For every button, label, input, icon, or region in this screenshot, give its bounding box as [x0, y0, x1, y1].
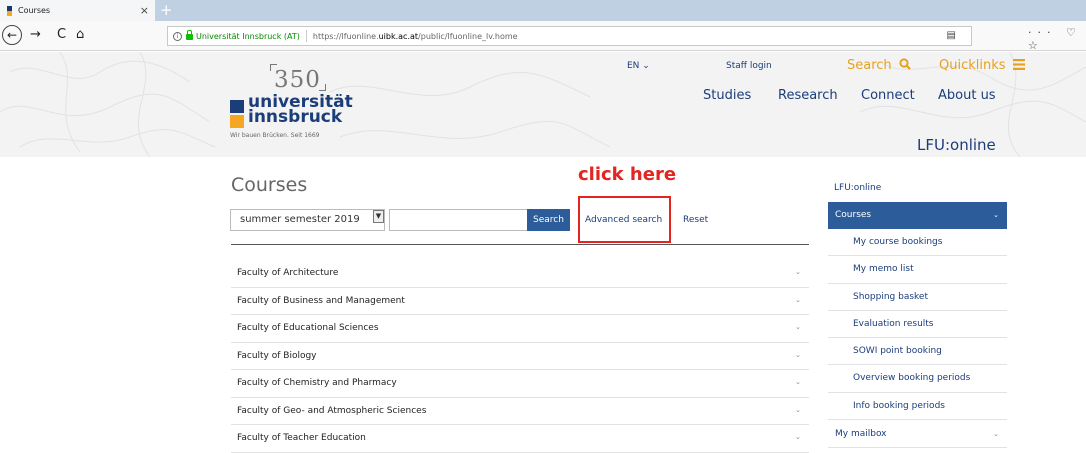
faculty-label: Faculty of Educational Sciences	[237, 323, 379, 334]
advanced-search-link[interactable]: Advanced search	[585, 215, 662, 225]
faculty-label: Faculty of Architecture	[237, 268, 339, 279]
search-button[interactable]: Search	[527, 209, 570, 231]
nav-connect[interactable]: Connect	[861, 88, 915, 103]
faculty-row[interactable]: Faculty of Educational Sciences ⌄	[231, 315, 809, 343]
favicon-icon	[7, 5, 12, 16]
logo-line-2: innsbruck	[248, 107, 343, 127]
sidebar-item-shopping-basket[interactable]: Shopping basket	[828, 284, 1007, 311]
chevron-down-icon: ⌄	[795, 350, 801, 359]
logo-square-blue-icon	[230, 100, 244, 113]
browser-tools-icons[interactable]: ··· ♡ ☆	[1028, 26, 1086, 52]
chevron-down-icon[interactable]: ▼	[373, 210, 384, 223]
forward-icon[interactable]: →	[30, 25, 41, 45]
faculty-row[interactable]: Faculty of Teacher Education ⌄	[231, 425, 809, 453]
sidebar-item-course-bookings[interactable]: My course bookings	[828, 229, 1007, 257]
url-host: uibk.ac.at	[378, 31, 419, 41]
chevron-down-icon: ⌄	[993, 211, 999, 219]
anniversary-logo: 350	[270, 64, 326, 93]
faculty-row[interactable]: Faculty of Business and Management ⌄	[231, 288, 809, 315]
nav-studies[interactable]: Studies	[703, 88, 751, 103]
logo-square-orange-icon	[230, 115, 244, 128]
chevron-down-icon: ⌄	[795, 323, 801, 331]
sidebar-item-mailbox[interactable]: My mailbox ⌄	[828, 421, 1007, 448]
faculty-row[interactable]: Faculty of Biology ⌄	[231, 343, 809, 370]
faculty-label: Faculty of Business and Management	[237, 295, 405, 306]
nav-research[interactable]: Research	[778, 88, 838, 103]
nav-about-us[interactable]: About us	[938, 88, 996, 103]
url-prefix: https://lfuonline.	[312, 31, 379, 41]
browser-nav-bar: ← → C ⌂ i Universität Innsbruck (AT) htt…	[0, 21, 1086, 52]
quicklinks-link[interactable]: Quicklinks	[939, 58, 1025, 73]
menu-icon	[1012, 59, 1025, 70]
header-search-link[interactable]: Search	[847, 58, 911, 73]
sidebar-item-evaluation-results[interactable]: Evaluation results	[828, 311, 1007, 339]
close-icon[interactable]: ×	[140, 4, 149, 17]
info-icon[interactable]: i	[173, 31, 182, 41]
sidebar-item-info-booking-periods[interactable]: Info booking periods	[828, 393, 1007, 421]
search-input[interactable]	[389, 209, 528, 231]
url-path: /public/lfuonline_lv.home	[418, 31, 518, 41]
sidebar-item-overview-booking-periods[interactable]: Overview booking periods	[828, 365, 1007, 393]
home-icon[interactable]: ⌂	[76, 25, 84, 45]
staff-login-link[interactable]: Staff login	[726, 61, 772, 71]
address-bar[interactable]: i Universität Innsbruck (AT) https://lfu…	[167, 26, 972, 46]
sidebar-item-courses[interactable]: Courses ⌄	[828, 202, 1007, 229]
faculty-label: Faculty of Teacher Education	[237, 433, 366, 444]
chevron-down-icon: ⌄	[795, 433, 801, 441]
quicklinks-label: Quicklinks	[939, 58, 1006, 73]
reload-icon[interactable]: C	[57, 25, 66, 45]
chevron-down-icon: ⌄	[795, 295, 801, 304]
faculty-row[interactable]: Faculty of Architecture ⌄	[231, 260, 809, 288]
chevron-down-icon: ⌄	[795, 378, 801, 386]
sidebar-item-sowi-point-booking[interactable]: SOWI point booking	[828, 338, 1007, 366]
semester-select[interactable]: summer semester 2019	[230, 209, 385, 231]
browser-tab-bar: Courses × +	[0, 0, 1086, 21]
annotation-label: click here	[578, 164, 677, 185]
faculty-label: Faculty of Geo- and Atmospheric Sciences	[237, 405, 427, 416]
faculty-label: Faculty of Biology	[237, 350, 317, 361]
sidebar-submenu: My course bookings My memo list Shopping…	[828, 229, 1007, 421]
chevron-down-icon: ⌄	[993, 430, 999, 438]
faculty-label: Faculty of Chemistry and Pharmacy	[237, 378, 397, 389]
lfu-online-title[interactable]: LFU:online	[917, 136, 996, 154]
browser-tab[interactable]: Courses ×	[0, 0, 155, 21]
search-icon	[899, 58, 911, 70]
new-tab-icon[interactable]: +	[160, 1, 173, 19]
chevron-down-icon: ⌄	[795, 405, 801, 414]
divider	[231, 244, 809, 245]
reset-link[interactable]: Reset	[683, 215, 708, 225]
sidebar-item-label: My mailbox	[835, 429, 887, 439]
faculty-list: Faculty of Architecture ⌄ Faculty of Busi…	[231, 260, 809, 453]
sidebar-item-lfu-online[interactable]: LFU:online	[834, 183, 881, 193]
logo-claim: Wir bauen Brücken. Seit 1669	[230, 132, 320, 139]
site-header: 350 universität innsbruck Wir bauen Brüc…	[0, 52, 1086, 157]
back-icon[interactable]: ←	[2, 25, 22, 45]
header-search-label: Search	[847, 58, 892, 73]
chevron-down-icon: ⌄	[795, 268, 801, 276]
reader-view-icon[interactable]: ▤	[947, 30, 956, 41]
url-divider	[305, 30, 307, 42]
faculty-row[interactable]: Faculty of Chemistry and Pharmacy ⌄	[231, 370, 809, 398]
url-organization: Universität Innsbruck (AT)	[196, 31, 300, 41]
sidebar-item-memo-list[interactable]: My memo list	[828, 256, 1007, 284]
page-title: Courses	[231, 174, 308, 196]
sidebar-item-label: Courses	[835, 210, 872, 220]
university-logo-text[interactable]: universität innsbruck	[248, 94, 353, 127]
lock-icon	[186, 30, 193, 40]
language-switcher[interactable]: EN ⌄	[627, 61, 650, 71]
tab-title: Courses	[18, 6, 51, 15]
faculty-row[interactable]: Faculty of Geo- and Atmospheric Sciences…	[231, 398, 809, 425]
